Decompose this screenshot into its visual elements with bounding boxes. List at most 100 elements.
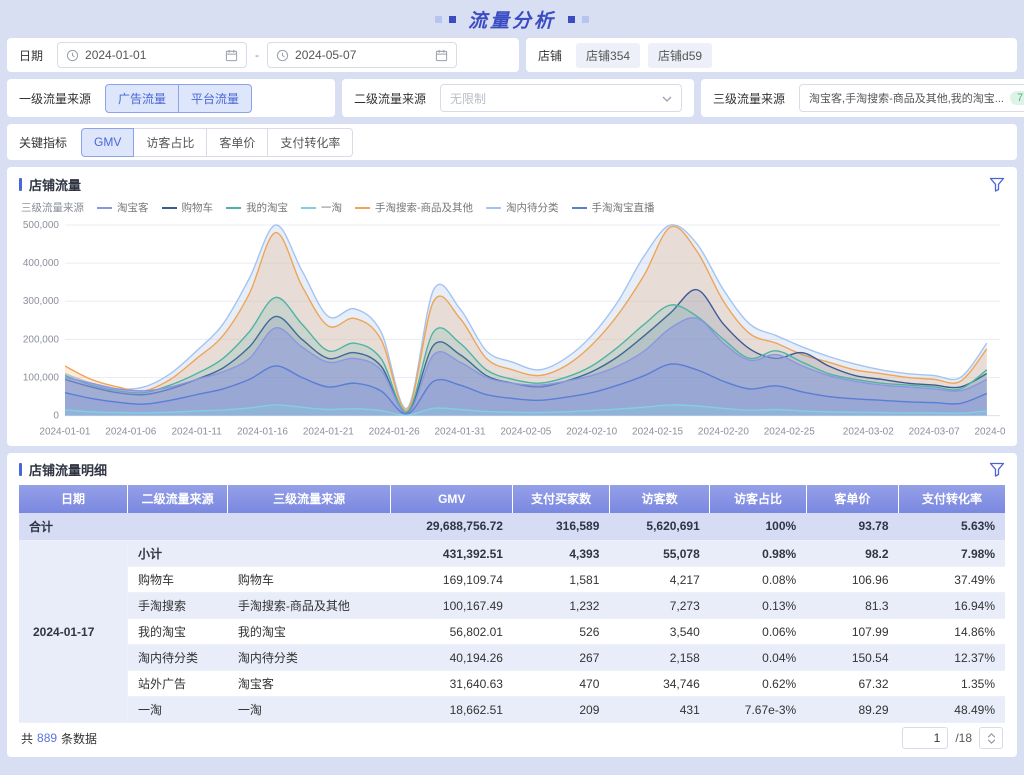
value-cell: 0.08% [710,567,806,593]
level2-select[interactable]: 无限制 [440,84,682,112]
record-count-prefix: 共 [21,730,33,747]
svg-text:2024-03-07: 2024-03-07 [909,427,960,438]
value-cell: 48.49% [899,697,1005,723]
level2-cell: 一淘 [127,697,227,723]
value-cell: 81.3 [806,593,898,619]
total-value-cell: 93.78 [806,513,898,541]
value-cell: 431,392.51 [391,541,513,567]
value-cell: 7,273 [609,593,709,619]
clock-icon [66,49,79,62]
legend-item[interactable]: 手淘搜索-商品及其他 [355,200,473,215]
date-filter-card: 日期 2024-01-01 - 2024-05-07 [7,38,519,72]
traffic-area-chart[interactable]: 0100,000200,000300,000400,000500,0002024… [19,217,1005,442]
table-row: 购物车购物车169,109.741,5814,2170.08%106.9637.… [19,567,1005,593]
total-value-cell: 316,589 [513,513,609,541]
metrics-button-group: GMV 访客占比 客单价 支付转化率 [81,128,353,157]
column-header: 客单价 [806,485,898,513]
svg-text:2024-01-11: 2024-01-11 [171,427,222,438]
total-value-cell: 5,620,691 [609,513,709,541]
legend-marker [226,207,241,209]
metric-conversion-button[interactable]: 支付转化率 [267,128,353,157]
value-cell: 98.2 [806,541,898,567]
value-cell: 7.67e-3% [710,697,806,723]
page-stepper[interactable] [979,727,1003,749]
metric-visitor-share-button[interactable]: 访客占比 [133,128,207,157]
value-cell: 89.29 [806,697,898,723]
traffic-detail-card: 店铺流量明细 日期二级流量来源三级流量来源GMV支付买家数访客数访客占比客单价支… [7,453,1017,758]
legend-item[interactable]: 手淘淘宝直播 [572,200,655,215]
level3-cell: 淘宝客 [228,671,391,697]
value-cell: 150.54 [806,645,898,671]
legend-item[interactable]: 我的淘宝 [226,200,288,215]
title-accent-bar [19,178,22,191]
legend-marker [486,207,501,209]
start-date-input[interactable]: 2024-01-01 [57,42,247,68]
legend-item-label: 购物车 [182,200,214,215]
level3-cell: 手淘搜索-商品及其他 [228,593,391,619]
level3-select[interactable]: 淘宝客,手淘搜索-商品及其他,我的淘宝... 7 [799,84,1024,112]
svg-text:2024-01-16: 2024-01-16 [237,427,288,438]
value-cell: 0.62% [710,671,806,697]
end-date-value: 2024-05-07 [295,48,356,62]
start-date-value: 2024-01-01 [85,48,146,62]
legend-item[interactable]: 购物车 [162,200,214,215]
value-cell: 37.49% [899,567,1005,593]
title-decoration-left [435,16,456,23]
date-separator: - [255,48,259,62]
level3-cell: 购物车 [228,567,391,593]
column-header: 二级流量来源 [127,485,227,513]
value-cell: 1,232 [513,593,609,619]
page-header: 流量分析 [0,0,1024,38]
metric-gmv-button[interactable]: GMV [81,128,134,157]
svg-text:2024-03-12: 2024-03-12 [974,427,1005,438]
chevron-up-icon [987,733,996,738]
legend-item-label: 淘内待分类 [506,200,559,215]
level3-label: 三级流量来源 [713,90,785,107]
level1-option-ad-traffic[interactable]: 广告流量 [105,84,179,113]
legend-item[interactable]: 淘宝客 [97,200,149,215]
legend-item[interactable]: 一淘 [301,200,342,215]
value-cell: 16.94% [899,593,1005,619]
svg-text:2024-01-31: 2024-01-31 [435,427,486,438]
traffic-detail-table: 日期二级流量来源三级流量来源GMV支付买家数访客数访客占比客单价支付转化率 合计… [19,485,1005,724]
date-group-cell: 2024-01-17 [19,541,127,723]
value-cell: 3,540 [609,619,709,645]
value-cell: 7.98% [899,541,1005,567]
metric-avg-order-button[interactable]: 客单价 [206,128,268,157]
level2-cell: 购物车 [127,567,227,593]
value-cell: 2,158 [609,645,709,671]
svg-text:2024-02-05: 2024-02-05 [500,427,551,438]
shop-filter-card: 店铺 店铺354 店铺d59 [526,38,1017,72]
table-row: 站外广告淘宝客31,640.6347034,7460.62%67.321.35% [19,671,1005,697]
level1-source-card: 一级流量来源 广告流量 平台流量 [7,79,335,117]
value-cell: 34,746 [609,671,709,697]
level1-option-platform-traffic[interactable]: 平台流量 [178,84,252,113]
end-date-input[interactable]: 2024-05-07 [267,42,457,68]
key-metrics-card: 关键指标 GMV 访客占比 客单价 支付转化率 [7,124,1017,160]
column-header: 支付转化率 [899,485,1005,513]
svg-text:2024-02-10: 2024-02-10 [566,427,617,438]
value-cell: 55,078 [609,541,709,567]
level2-cell: 站外广告 [127,671,227,697]
column-header: 日期 [19,485,127,513]
legend-item[interactable]: 淘内待分类 [486,200,559,215]
level2-cell: 手淘搜索 [127,593,227,619]
table-filter-icon[interactable] [989,462,1005,477]
chart-filter-icon[interactable] [989,177,1005,192]
calendar-icon [435,49,448,62]
level3-cell: 一淘 [228,697,391,723]
value-cell: 4,393 [513,541,609,567]
chart-title: 店铺流量 [29,175,81,194]
total-label-cell: 合计 [19,513,391,541]
shop-tag-354[interactable]: 店铺354 [576,43,640,68]
shop-tag-d59[interactable]: 店铺d59 [648,43,712,68]
legend-item-label: 淘宝客 [117,200,149,215]
legend-item-label: 手淘搜索-商品及其他 [375,200,473,215]
total-value-cell: 29,688,756.72 [391,513,513,541]
table-row: 淘内待分类淘内待分类40,194.262672,1580.04%150.5412… [19,645,1005,671]
table-row: 2024-01-17小计431,392.514,39355,0780.98%98… [19,541,1005,567]
column-header: 访客数 [609,485,709,513]
table-footer: 共 889 条数据 1 /18 [19,723,1005,753]
level2-source-card: 二级流量来源 无限制 [342,79,694,117]
page-input[interactable]: 1 [902,727,948,749]
